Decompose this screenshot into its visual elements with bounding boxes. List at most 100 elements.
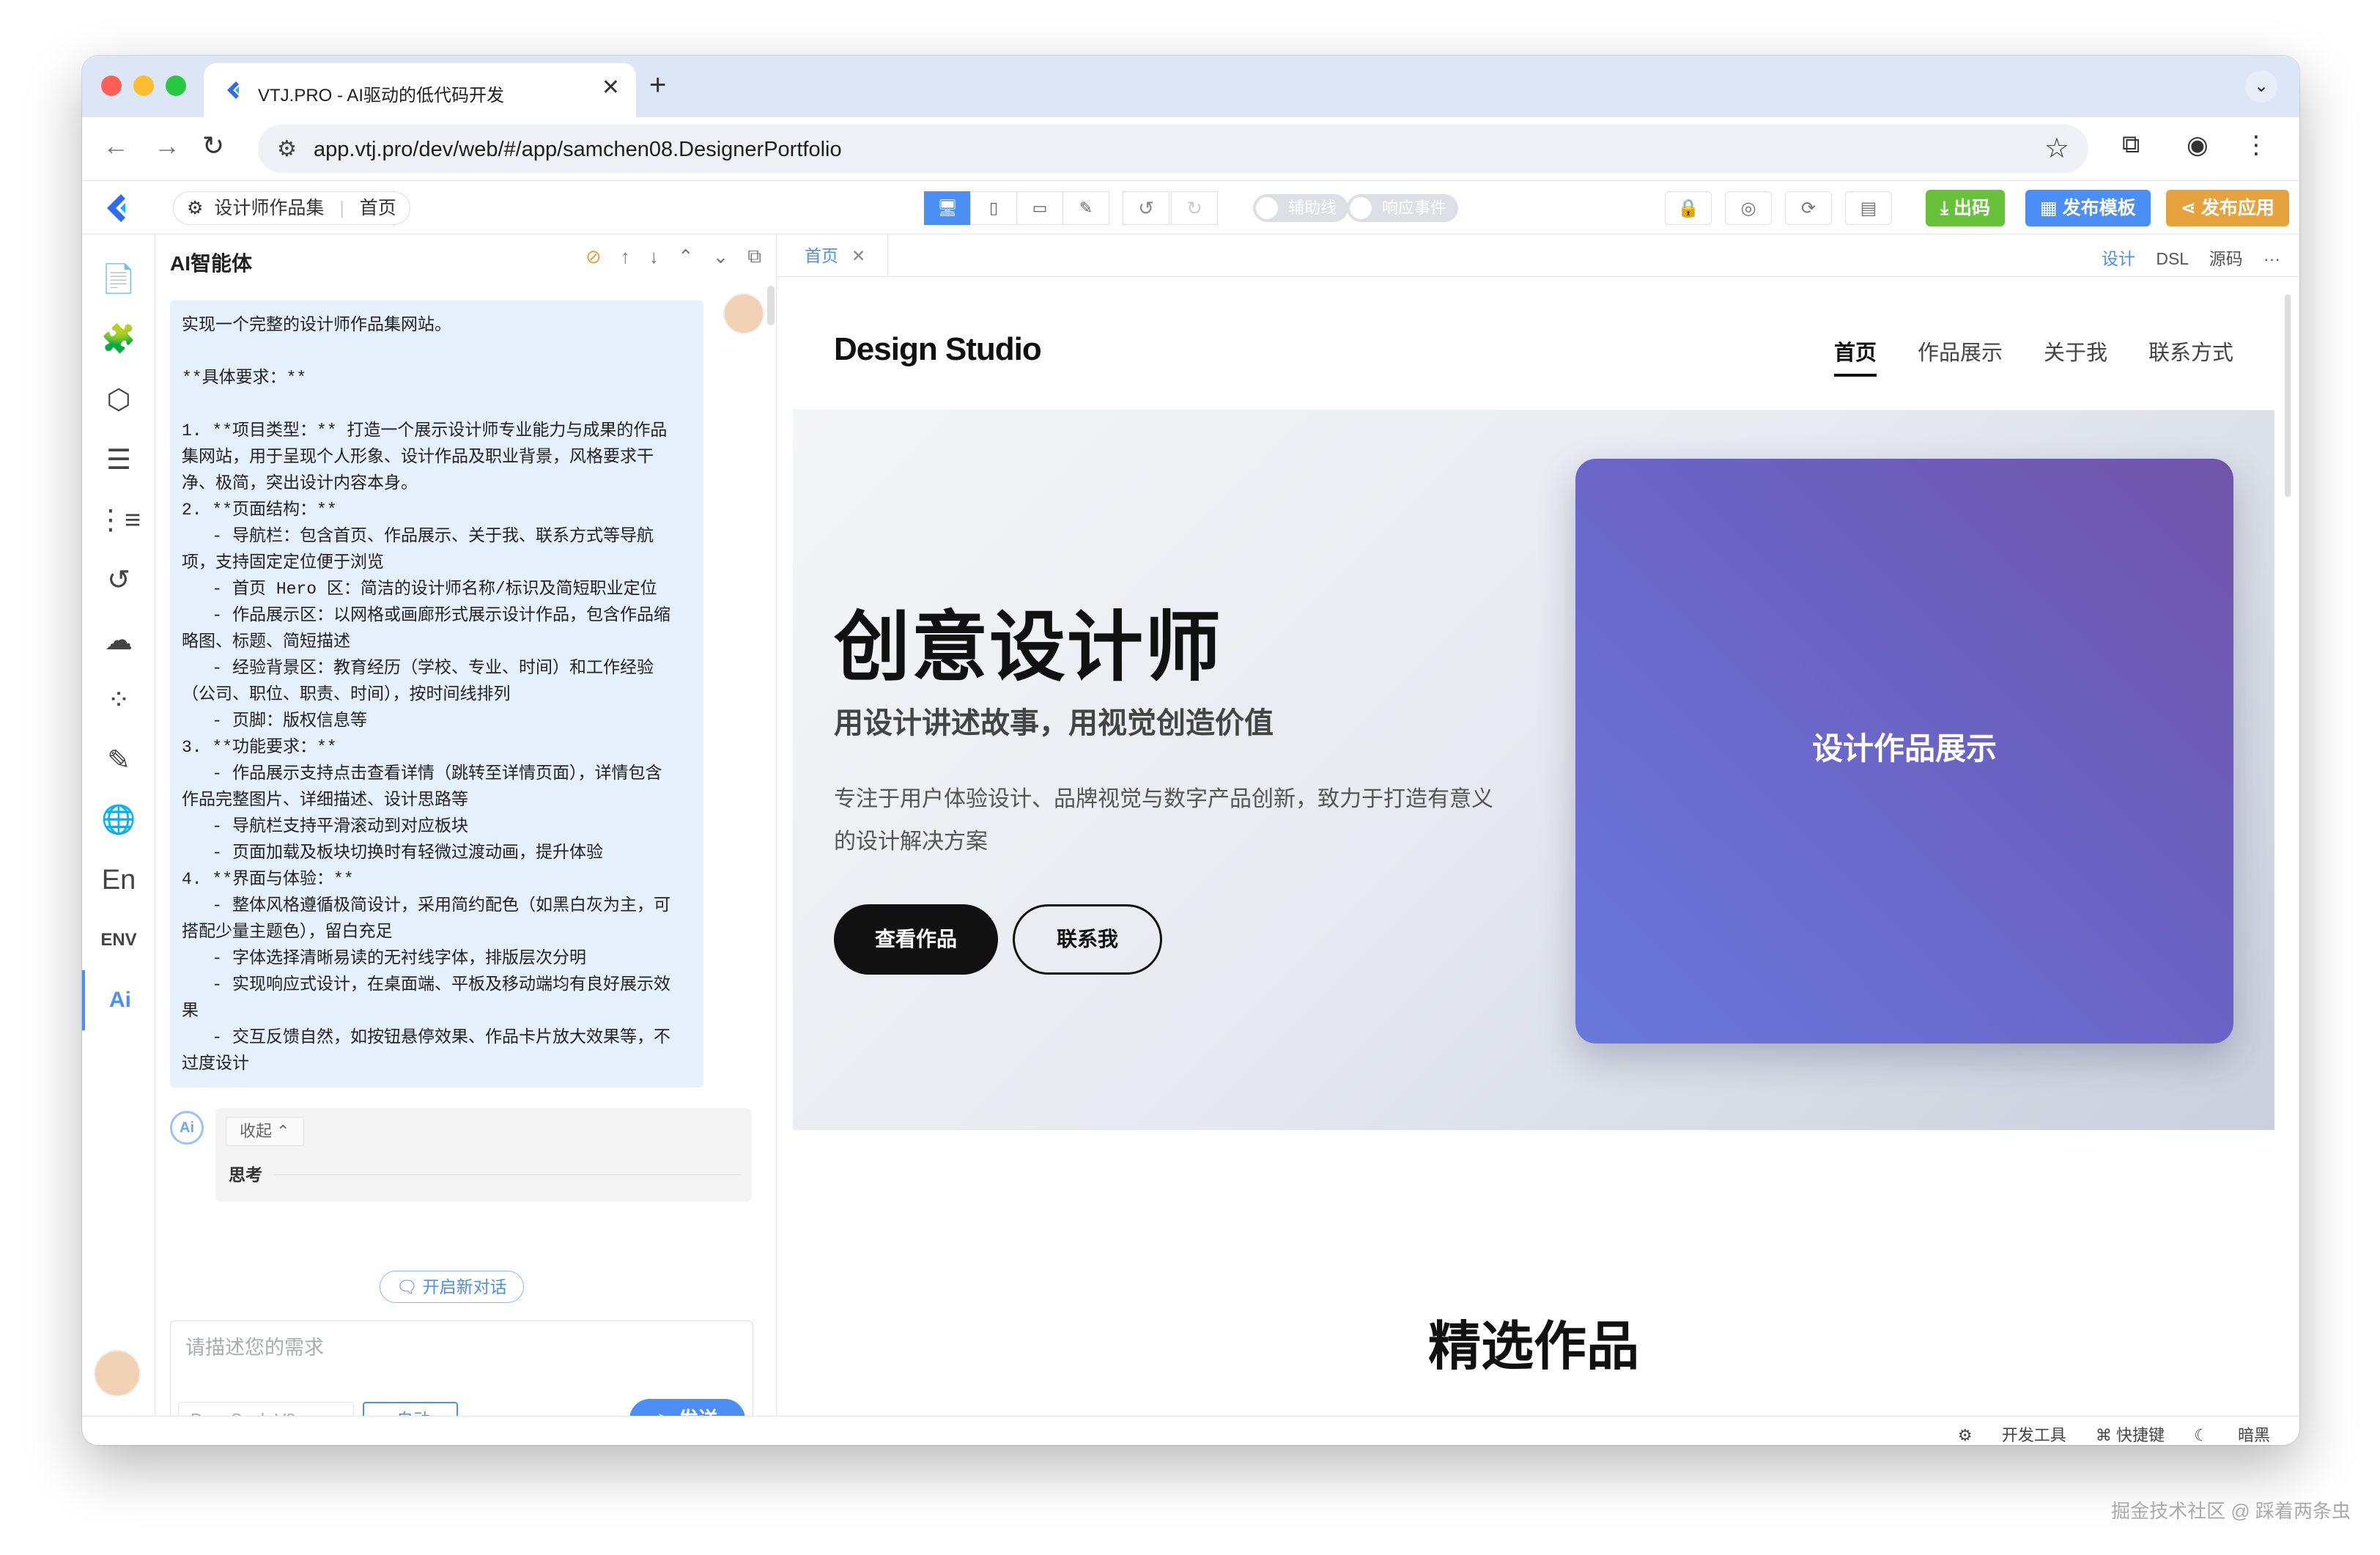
popout-icon[interactable]: ⧉ [747,245,761,268]
view-source-tab[interactable]: 源码 [2209,249,2243,268]
showcase-card[interactable]: 设计作品展示 [1575,459,2233,1044]
undo-icon[interactable]: ↺ [1123,191,1169,225]
more-icon[interactable]: ··· [2263,249,2280,268]
contact-me-button[interactable]: 联系我 [1013,904,1162,975]
hero-title: 创意设计师 [834,605,1223,690]
ai-agent-icon[interactable]: Ai [82,970,155,1030]
devtools-button[interactable]: ⚙ 开发工具 [1958,1426,2066,1444]
refresh-icon[interactable]: ⟳ [1785,191,1832,225]
doc-icon[interactable]: ▤ [1845,191,1892,225]
url-text[interactable]: app.vtj.pro/dev/web/#/app/samchen08.Desi… [314,138,842,162]
zoom-window-button[interactable] [166,75,186,96]
site-logo[interactable]: Design Studio [834,331,1042,368]
breadcrumb[interactable]: ⚙ 设计师作品集 | 首页 [173,191,410,225]
design-canvas[interactable]: Design Studio 首页 作品展示 关于我 联系方式 创意设计师 用设计… [793,293,2274,1401]
close-window-button[interactable] [101,75,122,96]
outline-icon[interactable]: ☰ [82,429,155,490]
site-nav-works[interactable]: 作品展示 [1918,336,2003,366]
mobile-view-icon[interactable]: ▯ [970,191,1017,225]
forward-arrow-icon[interactable]: → [154,130,180,161]
tab-search-button[interactable]: ⌄ [2245,70,2277,103]
user-prompt-bubble: 实现一个完整的设计师作品集网站。 **具体要求：** 1. **项目类型：** … [170,300,703,1087]
publish-template-button[interactable]: ▦ 发布模板 [2025,190,2151,226]
i18n-icon[interactable]: En [82,850,155,910]
prompt-input[interactable]: 请描述您的需求 [185,1331,324,1360]
bookmark-star-icon[interactable]: ☆ [2044,132,2069,165]
panel-scrollbar[interactable] [767,286,775,325]
address-bar: ← → ↻ ⚙ app.vtj.pro/dev/web/#/app/samche… [82,117,2299,180]
hero-section: 创意设计师 用设计讲述故事，用视觉创造价值 专注于用户体验设计、品牌视觉与数字产… [793,410,2274,1130]
publish-template-label: 发布模板 [2062,198,2136,218]
view-dsl-tab[interactable]: DSL [2156,249,2188,268]
site-nav-home[interactable]: 首页 [1833,336,1877,377]
chat-icon: 🗨 [396,1277,423,1296]
arrow-up-icon[interactable]: ↑ [621,245,630,268]
extensions-icon[interactable]: ⧉ [2122,130,2140,159]
site-nav-about[interactable]: 关于我 [2044,336,2107,366]
featured-works-heading: 精选作品 [1427,1318,1639,1376]
close-icon[interactable]: ✕ [851,246,865,265]
tab-close-icon[interactable]: ✕ [602,75,620,100]
desktop-view-icon[interactable]: 🖥 [924,191,971,225]
prompt-line: - 字体选择清晰易读的无衬线字体，排版层次分明 [182,949,587,968]
reload-icon[interactable]: ↻ [202,130,224,161]
omnibox[interactable]: ⚙ app.vtj.pro/dev/web/#/app/samchen08.De… [258,125,2088,173]
new-tab-button[interactable]: + [649,69,666,102]
shortcuts-button[interactable]: ⌘ 快捷键 [2096,1426,2165,1444]
env-icon[interactable]: ENV [82,910,155,970]
preview-icon[interactable]: ◎ [1725,191,1772,225]
guides-toggle[interactable]: 辅助线 [1253,194,1349,222]
api-cloud-icon[interactable]: ☁ [82,610,155,670]
browser-tab[interactable]: VTJ.PRO - AI驱动的低代码开发 ✕ [204,63,636,117]
dark-mode-button[interactable]: ☾ 暗黑 [2194,1426,2270,1444]
prompt-line: 果 [182,1002,199,1021]
view-works-button[interactable]: 查看作品 [834,904,998,975]
blocks-icon[interactable]: ⬡ [82,369,155,429]
prompt-line: 过度设计 [182,1054,249,1074]
view-design-tab[interactable]: 设计 [2102,249,2135,268]
site-settings-icon[interactable]: ⚙ [277,136,297,162]
eye-off-icon[interactable]: ⊘ [585,245,602,268]
breadcrumb-project[interactable]: 设计师作品集 [214,198,324,218]
apps-grid-icon[interactable]: ⁘ [82,670,155,730]
tablet-view-icon[interactable]: ▭ [1016,191,1063,225]
minimize-window-button[interactable] [133,75,154,96]
events-toggle[interactable]: 响应事件 [1347,194,1459,222]
pen-icon[interactable]: ✎ [1062,191,1109,225]
user-avatar[interactable] [94,1350,141,1397]
chevron-up-icon[interactable]: ⌃ [678,245,694,268]
watermark: 掘金技术社区 @ 踩着两条虫 [2111,1500,2351,1522]
tree-icon[interactable]: ⋮≡ [82,490,155,550]
publish-app-button[interactable]: ⋖ 发布应用 [2166,190,2289,226]
prompt-line: - 导航栏：包含首页、作品展示、关于我、联系方式等导航 [182,527,654,546]
components-icon[interactable]: 🧩 [82,309,155,369]
globe-icon[interactable]: 🌐 [82,790,155,850]
site-menu: 首页 作品展示 关于我 联系方式 [1793,336,2233,377]
app-logo-icon[interactable] [101,191,135,225]
profile-icon[interactable]: ◉ [2187,130,2209,160]
site-nav-contact[interactable]: 联系方式 [2148,336,2233,366]
breadcrumb-page[interactable]: 首页 [360,198,396,218]
vtj-logo-icon [227,81,239,99]
events-toggle-label: 响应事件 [1382,199,1447,217]
thinking-divider [274,1174,742,1175]
chevron-down-icon[interactable]: ⌄ [713,245,729,268]
ai-panel-title: AI智能体 [170,252,253,275]
canvas-scrollbar[interactable] [2285,295,2291,497]
back-arrow-icon[interactable]: ← [103,130,129,161]
edit-doc-icon[interactable]: ✎ [82,730,155,790]
new-chat-label: 开启新对话 [422,1277,507,1296]
new-chat-button[interactable]: 🗨 开启新对话 [380,1271,524,1303]
collapse-button[interactable]: 收起 ⌃ [226,1117,304,1146]
lock-icon[interactable]: 🔒 [1665,191,1712,225]
export-code-button[interactable]: ⤓ 出码 [1926,190,2006,226]
prompt-line: - 作品展示支持点击查看详情（跳转至详情页面），详情包含 [182,764,662,783]
page-tab-home[interactable]: 首页 ✕ [777,234,888,277]
arrow-down-icon[interactable]: ↓ [649,245,659,268]
redo-icon[interactable]: ↻ [1171,191,1218,225]
history-icon[interactable]: ↺ [82,550,155,610]
browser-menu-icon[interactable]: ⋮ [2244,130,2269,160]
site-navbar: Design Studio 首页 作品展示 关于我 联系方式 [793,293,2274,410]
pages-icon[interactable]: 📄 [82,249,155,309]
template-icon: ▦ [2040,198,2063,218]
